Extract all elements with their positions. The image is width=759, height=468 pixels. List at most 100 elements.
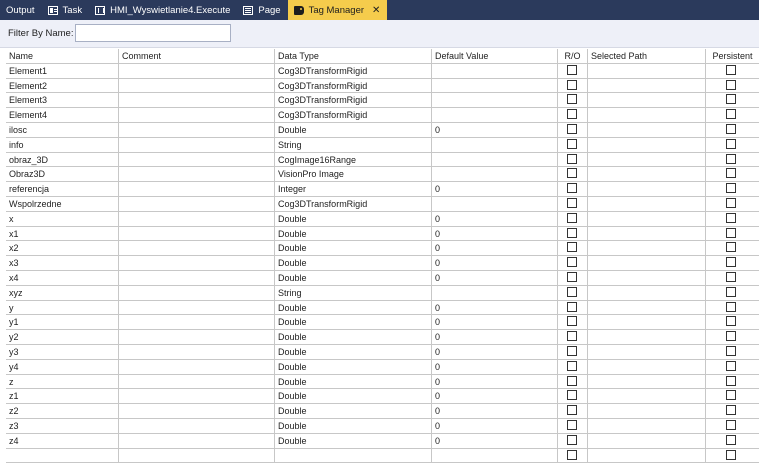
read-only-checkbox[interactable]: [567, 434, 577, 445]
col-data-type-cell[interactable]: Double: [275, 211, 432, 227]
col-selected-path-cell[interactable]: [588, 345, 706, 360]
col-default-value-cell[interactable]: [432, 448, 558, 464]
col-persistent-cell[interactable]: [706, 138, 759, 153]
col-name-cell[interactable]: z: [6, 374, 119, 390]
persistent-checkbox[interactable]: [726, 79, 736, 90]
col-default-value-cell[interactable]: [432, 137, 558, 153]
col-read-only-cell[interactable]: [558, 167, 588, 183]
col-read-only-cell[interactable]: [558, 108, 588, 123]
col-default-value-cell[interactable]: 0: [432, 300, 558, 316]
tab-output[interactable]: Output: [0, 0, 42, 20]
col-name-cell[interactable]: z1: [6, 389, 119, 405]
persistent-checkbox[interactable]: [726, 405, 736, 416]
col-selected-path-cell[interactable]: [588, 137, 706, 153]
persistent-checkbox[interactable]: [726, 168, 736, 179]
col-read-only-cell[interactable]: [558, 359, 588, 375]
col-default-value-cell[interactable]: [432, 152, 558, 168]
col-comment-cell[interactable]: [119, 271, 275, 286]
col-default-value-cell[interactable]: 0: [432, 374, 558, 390]
col-comment-cell[interactable]: [119, 256, 275, 271]
col-selected-path-cell[interactable]: [588, 300, 706, 316]
col-read-only-cell[interactable]: [558, 226, 588, 242]
table-row[interactable]: y1 Double 0: [0, 315, 759, 331]
col-comment-cell[interactable]: [119, 241, 275, 257]
col-persistent-cell[interactable]: [706, 256, 759, 271]
table-row[interactable]: z Double 0: [0, 374, 759, 390]
col-default-value-cell[interactable]: [432, 63, 558, 79]
col-persistent-cell[interactable]: [706, 375, 759, 390]
col-name-cell[interactable]: y2: [6, 330, 119, 345]
tab-page[interactable]: Page: [237, 0, 287, 20]
table-row[interactable]: Wspolrzedne Cog3DTransformRigid: [0, 197, 759, 212]
col-default-value-header[interactable]: Default Value: [432, 49, 558, 64]
col-data-type-cell[interactable]: VisionPro Image: [275, 167, 432, 183]
persistent-checkbox[interactable]: [726, 64, 736, 75]
read-only-checkbox[interactable]: [567, 183, 577, 194]
col-selected-path-cell[interactable]: [588, 78, 706, 94]
persistent-checkbox[interactable]: [726, 301, 736, 312]
persistent-checkbox[interactable]: [726, 153, 736, 164]
read-only-checkbox[interactable]: [567, 124, 577, 134]
read-only-checkbox[interactable]: [567, 212, 577, 223]
col-default-value-cell[interactable]: 0: [432, 389, 558, 405]
col-comment-cell[interactable]: [119, 197, 275, 212]
col-comment-cell[interactable]: [119, 123, 275, 138]
col-data-type-cell[interactable]: Cog3DTransformRigid: [275, 108, 432, 123]
persistent-checkbox[interactable]: [726, 198, 736, 208]
col-data-type-cell[interactable]: Double: [275, 271, 432, 286]
col-data-type-cell[interactable]: Double: [275, 226, 432, 242]
col-persistent-cell[interactable]: [706, 108, 759, 123]
col-name-cell[interactable]: x4: [6, 271, 119, 286]
col-read-only-cell[interactable]: [558, 315, 588, 331]
col-read-only-cell[interactable]: [558, 197, 588, 212]
col-default-value-cell[interactable]: 0: [432, 241, 558, 257]
col-selected-path-cell[interactable]: [588, 374, 706, 390]
col-data-type-cell[interactable]: Double: [275, 389, 432, 405]
table-row[interactable]: z1 Double 0: [0, 389, 759, 405]
col-comment-header[interactable]: Comment: [119, 49, 275, 64]
col-comment-cell[interactable]: [119, 63, 275, 79]
col-read-only-cell[interactable]: [558, 271, 588, 286]
col-data-type-cell[interactable]: Cog3DTransformRigid: [275, 93, 432, 109]
persistent-checkbox[interactable]: [726, 286, 736, 297]
col-name-cell[interactable]: y: [6, 300, 119, 316]
col-selected-path-cell[interactable]: [588, 241, 706, 257]
col-persistent-cell[interactable]: [706, 419, 759, 434]
table-row[interactable]: z2 Double 0: [0, 404, 759, 419]
col-name-cell[interactable]: obraz_3D: [6, 152, 119, 168]
col-data-type-cell[interactable]: Double: [275, 123, 432, 138]
col-comment-cell[interactable]: [119, 152, 275, 168]
col-read-only-cell[interactable]: [558, 300, 588, 316]
col-name-cell[interactable]: ilosc: [6, 123, 119, 138]
col-name-cell[interactable]: Obraz3D: [6, 167, 119, 183]
persistent-checkbox[interactable]: [726, 257, 736, 268]
col-selected-path-cell[interactable]: [588, 404, 706, 419]
persistent-checkbox[interactable]: [726, 420, 736, 430]
col-data-type-cell[interactable]: [275, 448, 432, 464]
col-default-value-cell[interactable]: 0: [432, 419, 558, 434]
col-default-value-cell[interactable]: 0: [432, 211, 558, 227]
table-row[interactable]: y4 Double 0: [0, 359, 759, 375]
col-selected-path-header[interactable]: Selected Path: [588, 49, 706, 64]
col-persistent-cell[interactable]: [706, 286, 759, 301]
col-default-value-cell[interactable]: 0: [432, 256, 558, 271]
col-name-cell[interactable]: Wspolrzedne: [6, 197, 119, 212]
tab-task[interactable]: Task: [42, 0, 90, 20]
col-comment-cell[interactable]: [119, 448, 275, 464]
col-persistent-cell[interactable]: [706, 79, 759, 94]
col-read-only-cell[interactable]: [558, 285, 588, 301]
persistent-checkbox[interactable]: [726, 434, 736, 445]
col-data-type-cell[interactable]: Double: [275, 419, 432, 434]
col-data-type-cell[interactable]: Double: [275, 300, 432, 316]
read-only-checkbox[interactable]: [567, 198, 577, 208]
table-row[interactable]: ilosc Double 0: [0, 123, 759, 138]
col-persistent-cell[interactable]: [706, 197, 759, 212]
col-persistent-cell[interactable]: [706, 212, 759, 227]
col-persistent-cell[interactable]: [706, 345, 759, 360]
col-persistent-cell[interactable]: [706, 434, 759, 449]
read-only-checkbox[interactable]: [567, 360, 577, 371]
col-name-cell[interactable]: info: [6, 137, 119, 153]
col-persistent-cell[interactable]: [706, 93, 759, 109]
read-only-checkbox[interactable]: [567, 331, 577, 342]
col-selected-path-cell[interactable]: [588, 285, 706, 301]
